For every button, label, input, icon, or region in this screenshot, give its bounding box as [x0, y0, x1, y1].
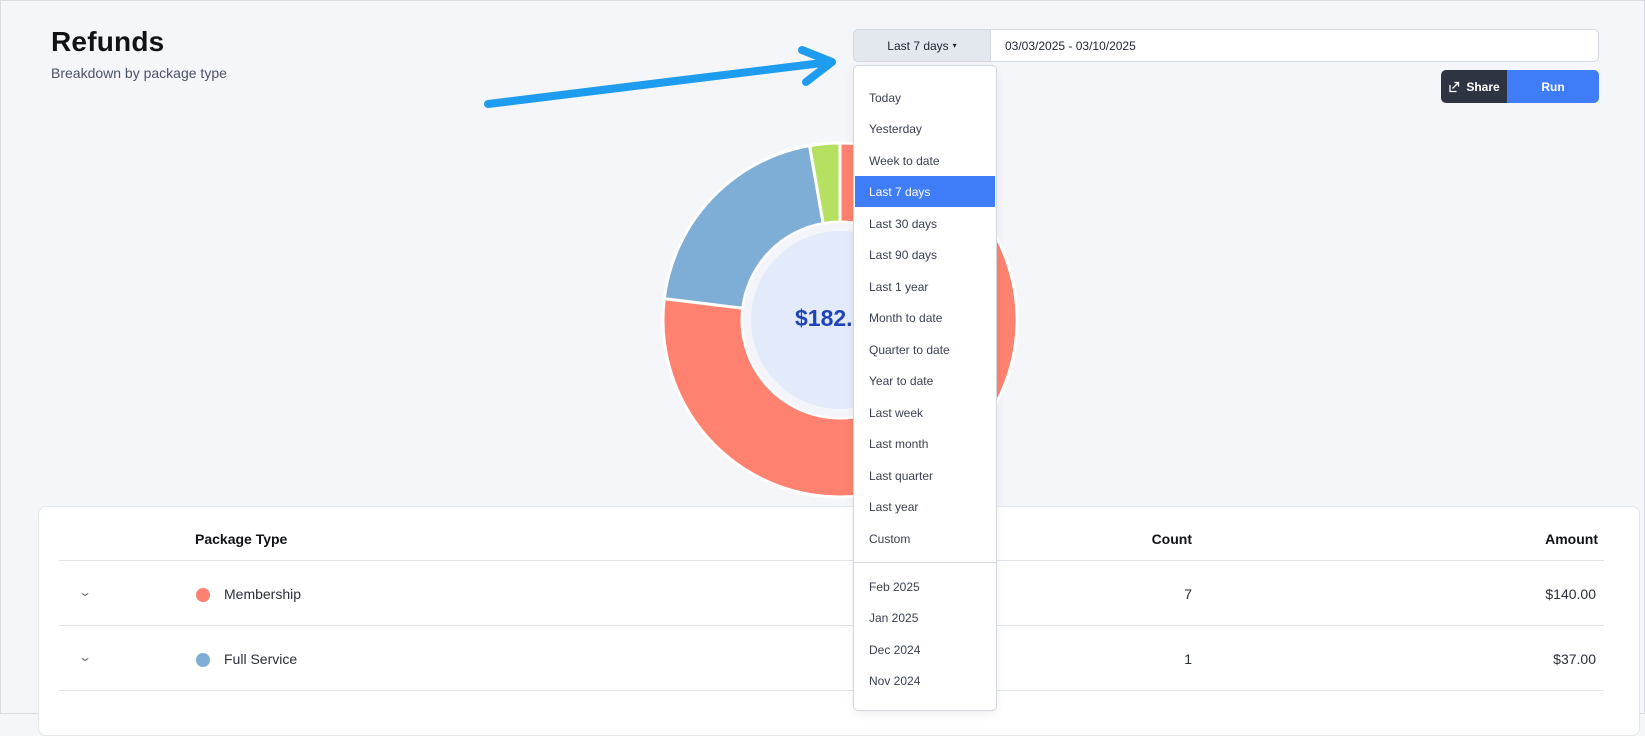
menu-item-month[interactable]: Nov 2024 — [855, 665, 995, 696]
menu-item-last-90-days[interactable]: Last 90 days — [855, 239, 995, 270]
series-color-dot — [196, 588, 210, 602]
row-package-name: Membership — [224, 586, 302, 602]
row-divider — [59, 625, 1604, 626]
menu-item-month-to-date[interactable]: Month to date — [855, 302, 995, 333]
menu-item-last-quarter[interactable]: Last quarter — [855, 460, 995, 491]
run-label: Run — [1541, 79, 1565, 94]
series-color-dot — [196, 653, 210, 667]
share-icon — [1449, 81, 1460, 92]
row-count: 1 — [1184, 651, 1192, 667]
menu-item-quarter-to-date[interactable]: Quarter to date — [855, 334, 995, 365]
row-count: 7 — [1184, 586, 1192, 602]
menu-item-custom[interactable]: Custom — [855, 523, 995, 554]
chevron-down-icon[interactable]: ⌄ — [78, 650, 92, 664]
column-header-amount: Amount — [1545, 531, 1598, 547]
menu-item-last-1-year[interactable]: Last 1 year — [855, 271, 995, 302]
annotation-arrow — [484, 46, 836, 108]
menu-item-last-year[interactable]: Last year — [855, 491, 995, 522]
column-header-package-type: Package Type — [195, 531, 288, 547]
menu-item-last-30-days[interactable]: Last 30 days — [855, 208, 995, 239]
menu-divider — [854, 562, 996, 563]
menu-item-last-week[interactable]: Last week — [855, 397, 995, 428]
row-divider — [59, 690, 1604, 691]
row-package-name: Full Service — [224, 651, 298, 667]
row-amount: $37.00 — [1553, 651, 1596, 667]
share-button[interactable]: Share — [1441, 70, 1507, 103]
caret-down-icon: ▾ — [952, 41, 957, 50]
date-range-menu: Today Yesterday Week to date Last 7 days… — [853, 65, 997, 711]
menu-item-today[interactable]: Today — [855, 82, 995, 113]
page-subtitle: Breakdown by package type — [51, 65, 227, 81]
menu-item-month[interactable]: Jan 2025 — [855, 602, 995, 633]
donut-total-label: $182. — [795, 305, 853, 331]
date-range-dropdown-button[interactable]: Last 7 days ▾ — [853, 29, 991, 62]
menu-item-month[interactable]: Feb 2025 — [855, 571, 995, 602]
chevron-down-icon[interactable]: ⌄ — [78, 585, 92, 599]
menu-item-last-month[interactable]: Last month — [855, 428, 995, 459]
date-range-label: Last 7 days — [887, 38, 949, 53]
date-range-input[interactable]: 03/03/2025 - 03/10/2025 — [991, 29, 1599, 62]
page-title: Refunds — [51, 26, 165, 57]
menu-item-year-to-date[interactable]: Year to date — [855, 365, 995, 396]
date-range-value: 03/03/2025 - 03/10/2025 — [1005, 38, 1136, 53]
run-button[interactable]: Run — [1507, 70, 1599, 103]
column-header-count: Count — [1151, 531, 1192, 547]
share-label: Share — [1466, 79, 1500, 94]
menu-item-last-7-days[interactable]: Last 7 days — [855, 176, 995, 207]
row-amount: $140.00 — [1545, 586, 1596, 602]
menu-item-yesterday[interactable]: Yesterday — [855, 113, 995, 144]
header-divider — [59, 560, 1604, 561]
menu-item-month[interactable]: Dec 2024 — [855, 634, 995, 665]
menu-item-week-to-date[interactable]: Week to date — [855, 145, 995, 176]
